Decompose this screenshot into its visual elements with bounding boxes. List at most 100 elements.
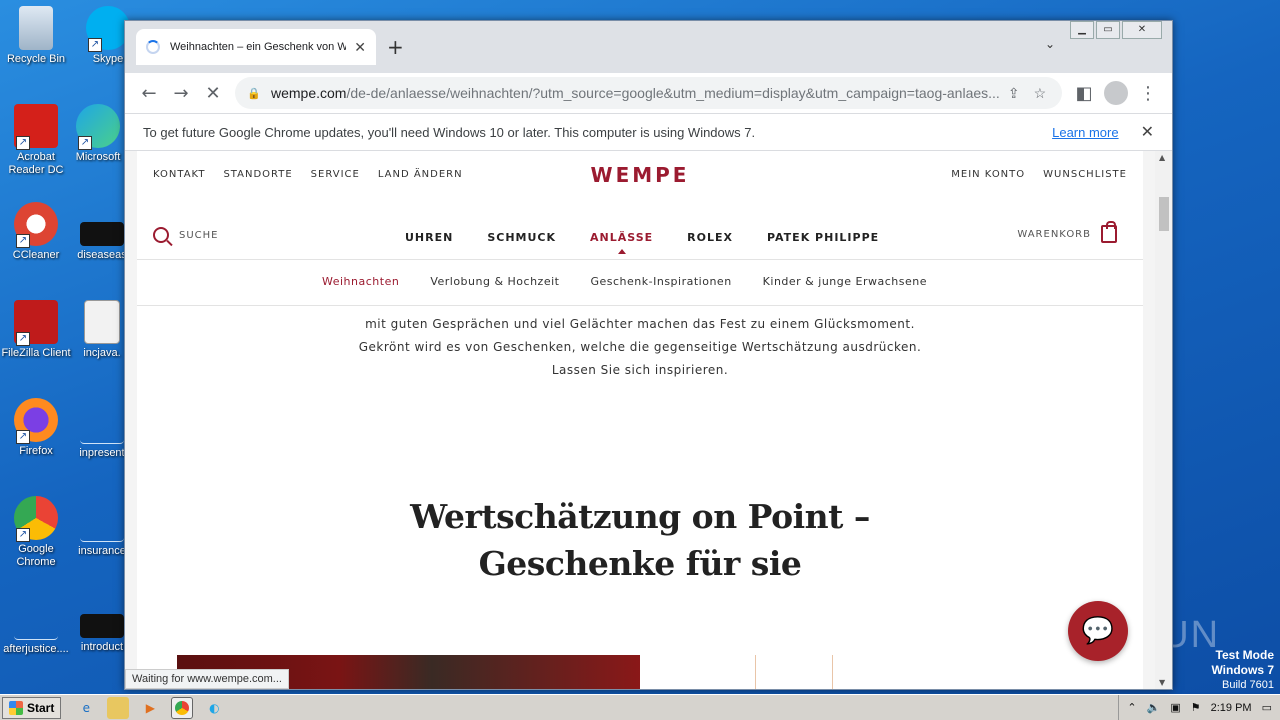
recycle-bin-shortcut[interactable]: Recycle Bin — [0, 6, 72, 66]
subnav-verlobung[interactable]: Verlobung & Hochzeit — [430, 275, 559, 288]
test-mode-line: Test Mode — [1215, 648, 1274, 662]
address-bar[interactable]: 🔒 wempe.com /de-de/anlaesse/weihnachten/… — [235, 77, 1062, 109]
infobar-message: To get future Google Chrome updates, you… — [143, 124, 756, 140]
nav-service[interactable]: SERVICE — [311, 169, 360, 180]
desktop-icon-label: Recycle Bin — [6, 53, 66, 65]
nav-rolex[interactable]: ROLEX — [687, 231, 733, 244]
start-label: Start — [27, 700, 55, 715]
subnav-geschenk-inspirationen[interactable]: Geschenk-Inspirationen — [590, 275, 731, 288]
media-player-icon[interactable]: ▶ — [139, 697, 161, 719]
nav-land-aendern[interactable]: LAND ÄNDERN — [378, 169, 463, 180]
nav-wunschliste[interactable]: WUNSCHLISTE — [1043, 169, 1127, 180]
intro-line: mit guten Gesprächen und viel Gelächter … — [365, 317, 915, 331]
desktop-icon-label: Acrobat Reader DC — [8, 151, 64, 176]
scroll-down-icon[interactable]: ▼ — [1159, 678, 1165, 687]
desktop-icon-label: afterjustice.... — [3, 643, 69, 655]
tray-expand-icon[interactable]: ⌃ — [1127, 701, 1136, 714]
menu-kebab-icon[interactable]: ⋮ — [1132, 77, 1164, 109]
filezilla-shortcut[interactable]: ↗ FileZilla Client — [0, 300, 72, 360]
stop-loading-icon[interactable]: ✕ — [197, 77, 229, 109]
nav-standorte[interactable]: STANDORTE — [223, 169, 292, 180]
account-nav: MEIN KONTO WUNSCHLISTE — [951, 169, 1127, 180]
file-icon — [14, 594, 58, 640]
action-center-flag-icon[interactable]: ⚑ — [1191, 701, 1201, 714]
nav-mein-konto[interactable]: MEIN KONTO — [951, 169, 1025, 180]
url-path: /de-de/anlaesse/weihnachten/?utm_source=… — [346, 85, 1000, 101]
explorer-folder-icon[interactable] — [107, 696, 130, 719]
desktop-icon-label: FileZilla Client — [1, 347, 71, 359]
nav-kontakt[interactable]: KONTAKT — [153, 169, 205, 180]
clock[interactable]: 2:19 PM — [1211, 702, 1252, 714]
sub-nav: Weihnachten Verlobung & Hochzeit Geschen… — [322, 275, 927, 288]
profile-avatar-icon[interactable] — [1100, 77, 1132, 109]
search-label: SUCHE — [179, 229, 219, 241]
wempe-logo[interactable]: WEMPE — [587, 163, 693, 187]
main-nav: UHREN SCHMUCK ANLÄSSE ROLEX PATEK PHILIP… — [405, 231, 879, 254]
word-document-icon — [84, 300, 120, 344]
section-heading: Wertschätzung on Point – Geschenke für s… — [410, 497, 870, 583]
taskbar: Start e ▶ ◐ ⌃ 🔈 ▣ ⚑ 2:19 PM ▭ — [0, 694, 1280, 720]
search-icon — [153, 227, 169, 243]
update-infobar: To get future Google Chrome updates, you… — [125, 113, 1172, 151]
firefox-shortcut[interactable]: ↗ Firefox — [0, 398, 72, 458]
maximize-button[interactable]: ▭ — [1096, 21, 1120, 39]
nav-uhren[interactable]: UHREN — [405, 231, 453, 244]
tab-title: Weihnachten – ein Geschenk von Wempe — [170, 41, 347, 53]
filezilla-icon: ↗ — [14, 300, 58, 346]
new-tab-icon[interactable]: + — [387, 35, 404, 59]
chrome-icon: ↗ — [14, 496, 58, 542]
chrome-shortcut[interactable]: ↗ Google Chrome — [0, 496, 72, 569]
nav-anlaesse[interactable]: ANLÄSSE — [590, 231, 653, 254]
chat-bubbles-icon[interactable]: 💬 — [1068, 601, 1128, 661]
nav-patek-philippe[interactable]: PATEK PHILIPPE — [767, 231, 879, 244]
status-bubble: Waiting for www.wempe.com... — [125, 669, 289, 689]
volume-icon[interactable]: 🔈 — [1147, 701, 1161, 714]
forward-arrow-icon[interactable]: → — [165, 77, 197, 109]
chrome-taskbar-icon[interactable] — [171, 696, 194, 719]
learn-more-link[interactable]: Learn more — [1052, 125, 1118, 140]
show-desktop-icon[interactable]: ▭ — [1262, 701, 1272, 714]
start-button[interactable]: Start — [2, 696, 62, 719]
desktop-icon-label: insurance — [78, 545, 126, 557]
subnav-kinder[interactable]: Kinder & junge Erwachsene — [763, 275, 927, 288]
close-window-button[interactable]: ✕ — [1122, 21, 1162, 39]
system-tray: ⌃ 🔈 ▣ ⚑ 2:19 PM ▭ — [1118, 695, 1280, 720]
cart-link[interactable]: WARENKORB — [1017, 221, 1117, 243]
network-icon[interactable]: ▣ — [1170, 701, 1180, 714]
recycle-bin-icon — [19, 6, 53, 50]
afterjustice-shortcut[interactable]: afterjustice.... — [0, 594, 72, 656]
build-line: Build 7601 — [1222, 679, 1274, 691]
file-icon — [80, 398, 124, 444]
desktop-icon-label: incjava. — [83, 347, 121, 359]
page-viewport: KONTAKT STANDORTE SERVICE LAND ÄNDERN WE… — [125, 151, 1156, 689]
desktop-icon-label: introduct — [80, 641, 124, 653]
back-arrow-icon[interactable]: ← — [133, 77, 165, 109]
subnav-weihnachten[interactable]: Weihnachten — [322, 275, 399, 288]
scroll-up-icon[interactable]: ▲ — [1159, 153, 1165, 162]
tab-strip: Weihnachten – ein Geschenk von Wempe ✕ +… — [125, 21, 1172, 73]
browser-tab[interactable]: Weihnachten – ein Geschenk von Wempe ✕ — [136, 29, 376, 65]
file-icon — [80, 222, 124, 246]
share-icon[interactable]: ⇪ — [1008, 85, 1020, 102]
os-name-line: Windows 7 — [1211, 663, 1274, 677]
desktop-icon-label: CCleaner — [12, 249, 60, 261]
desktop-icon-label: Skype — [92, 53, 124, 65]
edge-taskbar-icon[interactable]: ◐ — [203, 697, 225, 719]
tab-search-chevron-icon[interactable]: ⌄ — [1045, 37, 1055, 51]
page-scrollbar[interactable]: ▲ ▼ — [1155, 151, 1172, 689]
shopping-bag-icon — [1101, 221, 1117, 243]
desktop-icon-label: Microsoft — [75, 151, 121, 163]
ccleaner-shortcut[interactable]: ↗ CCleaner — [0, 202, 72, 262]
site-search[interactable]: SUCHE — [153, 227, 219, 243]
side-panel-icon[interactable]: ◧ — [1068, 77, 1100, 109]
infobar-close-icon[interactable]: ✕ — [1141, 122, 1154, 142]
bookmark-star-icon[interactable]: ☆ — [1034, 85, 1047, 102]
firefox-icon: ↗ — [14, 398, 58, 444]
internet-explorer-icon[interactable]: e — [75, 697, 97, 719]
scroll-thumb[interactable] — [1159, 197, 1169, 231]
close-tab-icon[interactable]: ✕ — [354, 39, 366, 56]
minimize-button[interactable]: ▁ — [1070, 21, 1094, 39]
intro-line: Gekrönt wird es von Geschenken, welche d… — [358, 340, 922, 354]
intro-text: mit guten Gesprächen und viel Gelächter … — [137, 313, 1143, 382]
nav-schmuck[interactable]: SCHMUCK — [487, 231, 556, 244]
